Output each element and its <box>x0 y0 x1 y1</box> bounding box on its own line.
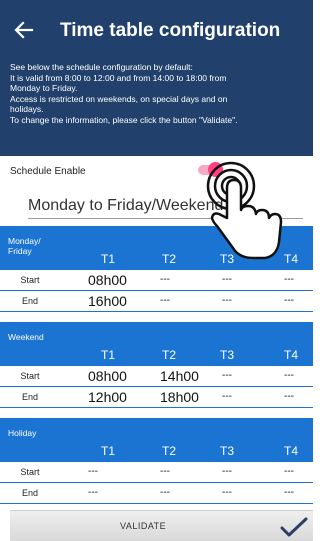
section-name-line: Holiday <box>8 428 37 438</box>
info-text: See below the schedule configuration by … <box>10 62 306 126</box>
schedule-enable-label: Schedule Enable <box>10 166 86 177</box>
time-cell[interactable]: --- <box>222 295 232 306</box>
section-header: Weekend T1 T2 T3 T4 <box>0 322 313 366</box>
info-line: It is valid from 8:00 to 12:00 and from … <box>10 72 227 83</box>
table-row-start: Start 08h00 14h00 --- --- <box>0 366 313 387</box>
validate-button[interactable]: VALIDATE <box>10 510 313 541</box>
column-header: T4 <box>284 348 299 362</box>
table-row-start: Start 08h00 --- --- --- <box>0 270 313 291</box>
time-cell[interactable]: 08h00 <box>88 368 127 384</box>
table-row-end: End 16h00 --- --- --- <box>0 291 313 312</box>
page-title: Time table configuration <box>60 20 281 41</box>
row-label: End <box>21 296 38 306</box>
info-line: holidays. <box>10 104 44 115</box>
period-select-value: Monday to Friday/Weekend <box>28 197 224 214</box>
section-header: Holiday T1 T2 T3 T4 <box>0 418 313 462</box>
time-cell[interactable]: --- <box>222 370 232 381</box>
column-header: T2 <box>162 444 177 458</box>
time-cell[interactable]: --- <box>284 274 294 285</box>
row-label: End <box>21 392 38 402</box>
section-name-line: Monday/ <box>8 236 41 246</box>
time-cell[interactable]: 14h00 <box>160 368 199 384</box>
time-cell[interactable]: --- <box>284 295 294 306</box>
section-name: Monday/ Friday <box>8 236 41 256</box>
time-cell[interactable]: --- <box>160 274 170 285</box>
time-cell[interactable]: 18h00 <box>160 389 199 405</box>
time-cell[interactable]: --- <box>284 487 294 498</box>
time-cell[interactable]: 16h00 <box>88 293 127 309</box>
table-row-end: End 12h00 18h00 --- --- <box>0 387 313 408</box>
table-row-end: End --- --- --- --- <box>0 483 313 504</box>
app-header: Time table configuration See below the s… <box>0 0 313 156</box>
section-name: Weekend <box>8 332 44 342</box>
info-line: See below the schedule configuration by … <box>10 62 193 72</box>
time-cell[interactable]: --- <box>88 466 98 477</box>
column-header: T4 <box>284 252 299 266</box>
row-label: Start <box>20 275 40 285</box>
validate-label: VALIDATE <box>120 521 167 531</box>
time-cell[interactable]: --- <box>222 466 232 477</box>
row-label: End <box>21 488 38 498</box>
column-header: T2 <box>162 252 177 266</box>
back-arrow-icon[interactable] <box>12 18 36 42</box>
time-cell[interactable]: 08h00 <box>88 272 127 288</box>
section-name-line: Weekend <box>8 332 44 342</box>
time-cell[interactable]: --- <box>284 391 294 402</box>
row-label: Start <box>20 371 40 381</box>
time-cell[interactable]: --- <box>284 466 294 477</box>
column-header: T3 <box>220 444 235 458</box>
section-name-line: Friday <box>8 246 32 256</box>
column-header: T2 <box>162 348 177 362</box>
tap-hand-icon <box>206 161 283 260</box>
time-cell[interactable]: --- <box>160 487 170 498</box>
column-header: T1 <box>101 348 116 362</box>
check-icon[interactable] <box>280 516 308 538</box>
info-line: To change the information, please click … <box>10 114 238 125</box>
column-header: T1 <box>101 252 116 266</box>
section-name: Holiday <box>8 428 36 438</box>
info-line: Monday to Friday. <box>10 83 78 94</box>
time-cell[interactable]: --- <box>284 370 294 381</box>
column-header: T3 <box>220 348 235 362</box>
time-cell[interactable]: 12h00 <box>88 389 127 405</box>
column-header: T4 <box>284 444 299 458</box>
table-row-start: Start --- --- --- --- <box>0 462 313 483</box>
time-cell[interactable]: --- <box>222 391 232 402</box>
column-header: T1 <box>101 444 116 458</box>
time-cell[interactable]: --- <box>160 466 170 477</box>
info-line: Access is restricted on weekends, on spe… <box>10 93 228 104</box>
time-cell[interactable]: --- <box>222 487 232 498</box>
time-cell[interactable]: --- <box>88 487 98 498</box>
time-cell[interactable]: --- <box>222 274 232 285</box>
row-label: Start <box>20 467 40 477</box>
time-cell[interactable]: --- <box>160 295 170 306</box>
